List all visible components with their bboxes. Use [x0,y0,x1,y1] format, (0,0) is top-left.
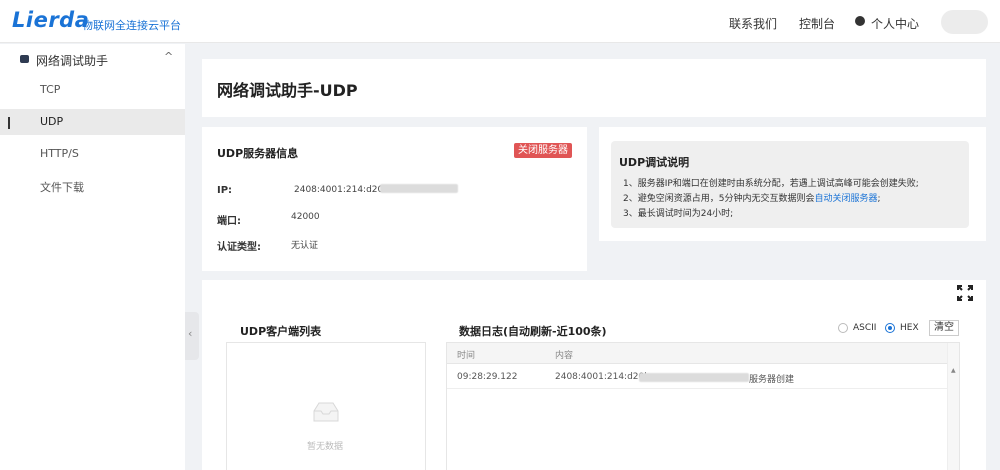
avatar[interactable] [941,10,988,34]
port-label: 端口: [217,216,241,227]
description-line-3: 3、最长调试时间为24小时; [623,209,734,219]
page-title: 网络调试助手-UDP [217,81,358,100]
auto-close-server-link[interactable]: 自动关闭服务器 [814,194,877,204]
top-bar: Lierda 物联网全连接云平台 联系我们 控制台 个人中心 [0,0,1000,43]
empty-inbox-icon [313,402,339,422]
format-ascii-label[interactable]: ASCII [853,323,876,333]
description-line-1: 1、服务器IP和端口在创建时由系统分配，若遇上调试高峰可能会创建失败; [623,179,919,189]
server-info-card: UDP服务器信息 关闭服务器 IP: 2408:4001:214:d20b: 端… [202,127,587,271]
title-card: 网络调试助手-UDP [202,59,986,117]
sidebar-group-network-debug[interactable]: 网络调试助手 ^ [0,44,185,74]
udp-description-card: UDP调试说明 1、服务器IP和端口在创建时由系统分配，若遇上调试高峰可能会创建… [599,127,986,241]
description-line-2-text: 2、避免空闲资源占用，5分钟内无交互数据则会 [623,194,815,204]
table-header: 时间 内容 [447,343,947,364]
sidebar-item-label: TCP [40,83,61,96]
client-list: 暂无数据 [226,342,426,470]
sidebar-item-label: 文件下载 [40,181,84,194]
log-content-redacted [639,373,749,382]
column-header-time: 时间 [457,351,476,361]
lierda-logo[interactable]: Lierda [12,8,89,32]
column-header-content: 内容 [555,351,574,361]
data-log-title: 数据日志(自动刷新-近100条) [459,325,607,338]
table-row: 09:28:29.122 2408:4001:214:d20b 服务器创建 [447,365,947,389]
format-hex-label[interactable]: HEX [900,323,919,333]
fullscreen-icon[interactable] [956,284,974,302]
nav-console[interactable]: 控制台 [799,15,835,32]
sidebar-item-udp[interactable]: UDP [0,109,185,135]
format-ascii-radio[interactable] [838,323,848,333]
sidebar-item-tcp[interactable]: TCP [0,77,185,103]
sidebar-item-file-download[interactable]: 文件下载 [0,173,185,199]
ip-value: 2408:4001:214:d20b: [294,185,392,195]
auth-type-label: 认证类型: [217,242,261,253]
monitor-icon [20,55,29,63]
clear-log-button[interactable]: 清空 [929,320,959,336]
user-icon[interactable] [855,16,865,26]
description-line-2-end: ; [877,194,881,204]
log-time: 09:28:29.122 [457,372,518,382]
description-title: UDP调试说明 [619,156,690,169]
description-line-2: 2、避免空闲资源占用，5分钟内无交互数据则会自动关闭服务器; [623,191,881,204]
nav-user-center[interactable]: 个人中心 [871,15,919,32]
sidebar-group-label: 网络调试助手 [36,54,109,68]
empty-state-text: 暂无数据 [307,442,344,452]
format-hex-radio[interactable] [885,323,895,333]
description-box: UDP调试说明 1、服务器IP和端口在创建时由系统分配，若遇上调试高峰可能会创建… [611,141,969,228]
ip-label: IP: [217,185,233,196]
close-server-button[interactable]: 关闭服务器 [514,143,572,158]
logo-subtitle: 物联网全连接云平台 [82,19,181,32]
auth-type-value: 无认证 [291,241,319,251]
log-scrollbar[interactable]: ▲ [947,343,959,470]
log-content: 2408:4001:214:d20b [555,372,650,382]
nav-contact-us[interactable]: 联系我们 [729,15,777,32]
scroll-up-icon[interactable]: ▲ [951,367,956,374]
chevron-up-icon: ^ [164,50,174,63]
ip-redacted [380,184,458,193]
server-info-title: UDP服务器信息 [217,147,299,160]
sidebar-collapse-button[interactable]: ‹ [185,312,199,360]
chevron-left-icon: ‹ [188,327,193,340]
sidebar-item-label: HTTP/S [40,147,79,160]
client-list-title: UDP客户端列表 [240,325,322,338]
data-panel: UDP客户端列表 暂无数据 数据日志(自动刷新-近100条) ASCII HEX… [202,280,986,470]
data-log-table: 时间 内容 09:28:29.122 2408:4001:214:d20b 服务… [446,342,960,470]
log-content-suffix: 服务器创建 [749,375,795,385]
sidebar: 网络调试助手 ^ TCP UDP HTTP/S 文件下载 [0,44,185,470]
port-value: 42000 [291,212,320,222]
sidebar-item-https[interactable]: HTTP/S [0,141,185,167]
sidebar-item-label: UDP [40,115,64,128]
